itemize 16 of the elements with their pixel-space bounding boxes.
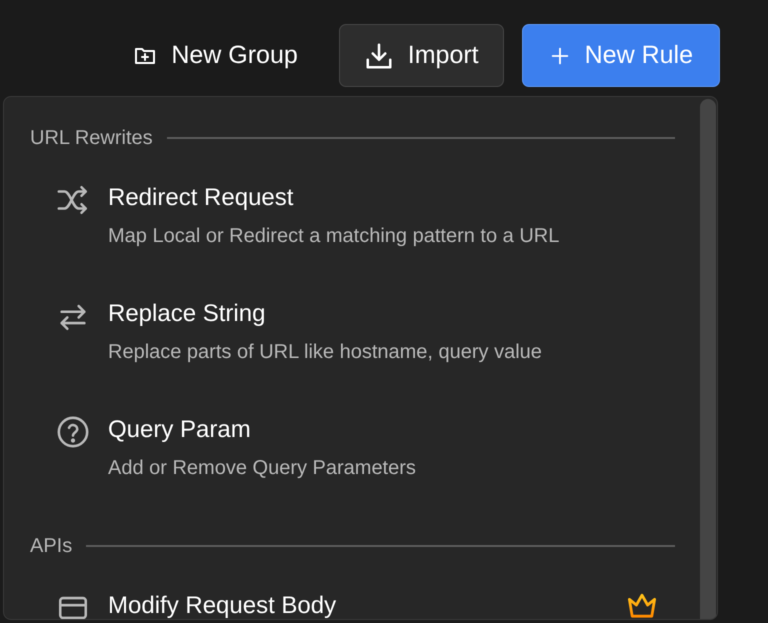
toolbar-button[interactable]: New Rule (522, 24, 720, 87)
menu-item[interactable]: Query Param (108, 415, 416, 445)
shuffle-icon (56, 183, 90, 217)
toolbar-button[interactable]: Import (338, 24, 504, 87)
section-heading: URL Rewrites (30, 126, 153, 151)
menu-item[interactable]: Modify Request Body (108, 591, 336, 619)
item-description: Map Local or Redirect a matching pattern to a URL (108, 224, 560, 249)
question-icon (56, 415, 90, 449)
download-icon (364, 40, 394, 70)
item-description: Replace parts of URL like hostname, query value (108, 340, 542, 365)
item-description: Add or Remove Query Parameters (108, 456, 416, 481)
menu-item[interactable]: Replace String (108, 299, 542, 329)
section-heading: APIs (30, 534, 72, 559)
menu-item[interactable]: Redirect Request (108, 183, 560, 213)
scrollbar[interactable] (700, 99, 716, 619)
toolbar-button[interactable]: New Group (110, 24, 321, 87)
